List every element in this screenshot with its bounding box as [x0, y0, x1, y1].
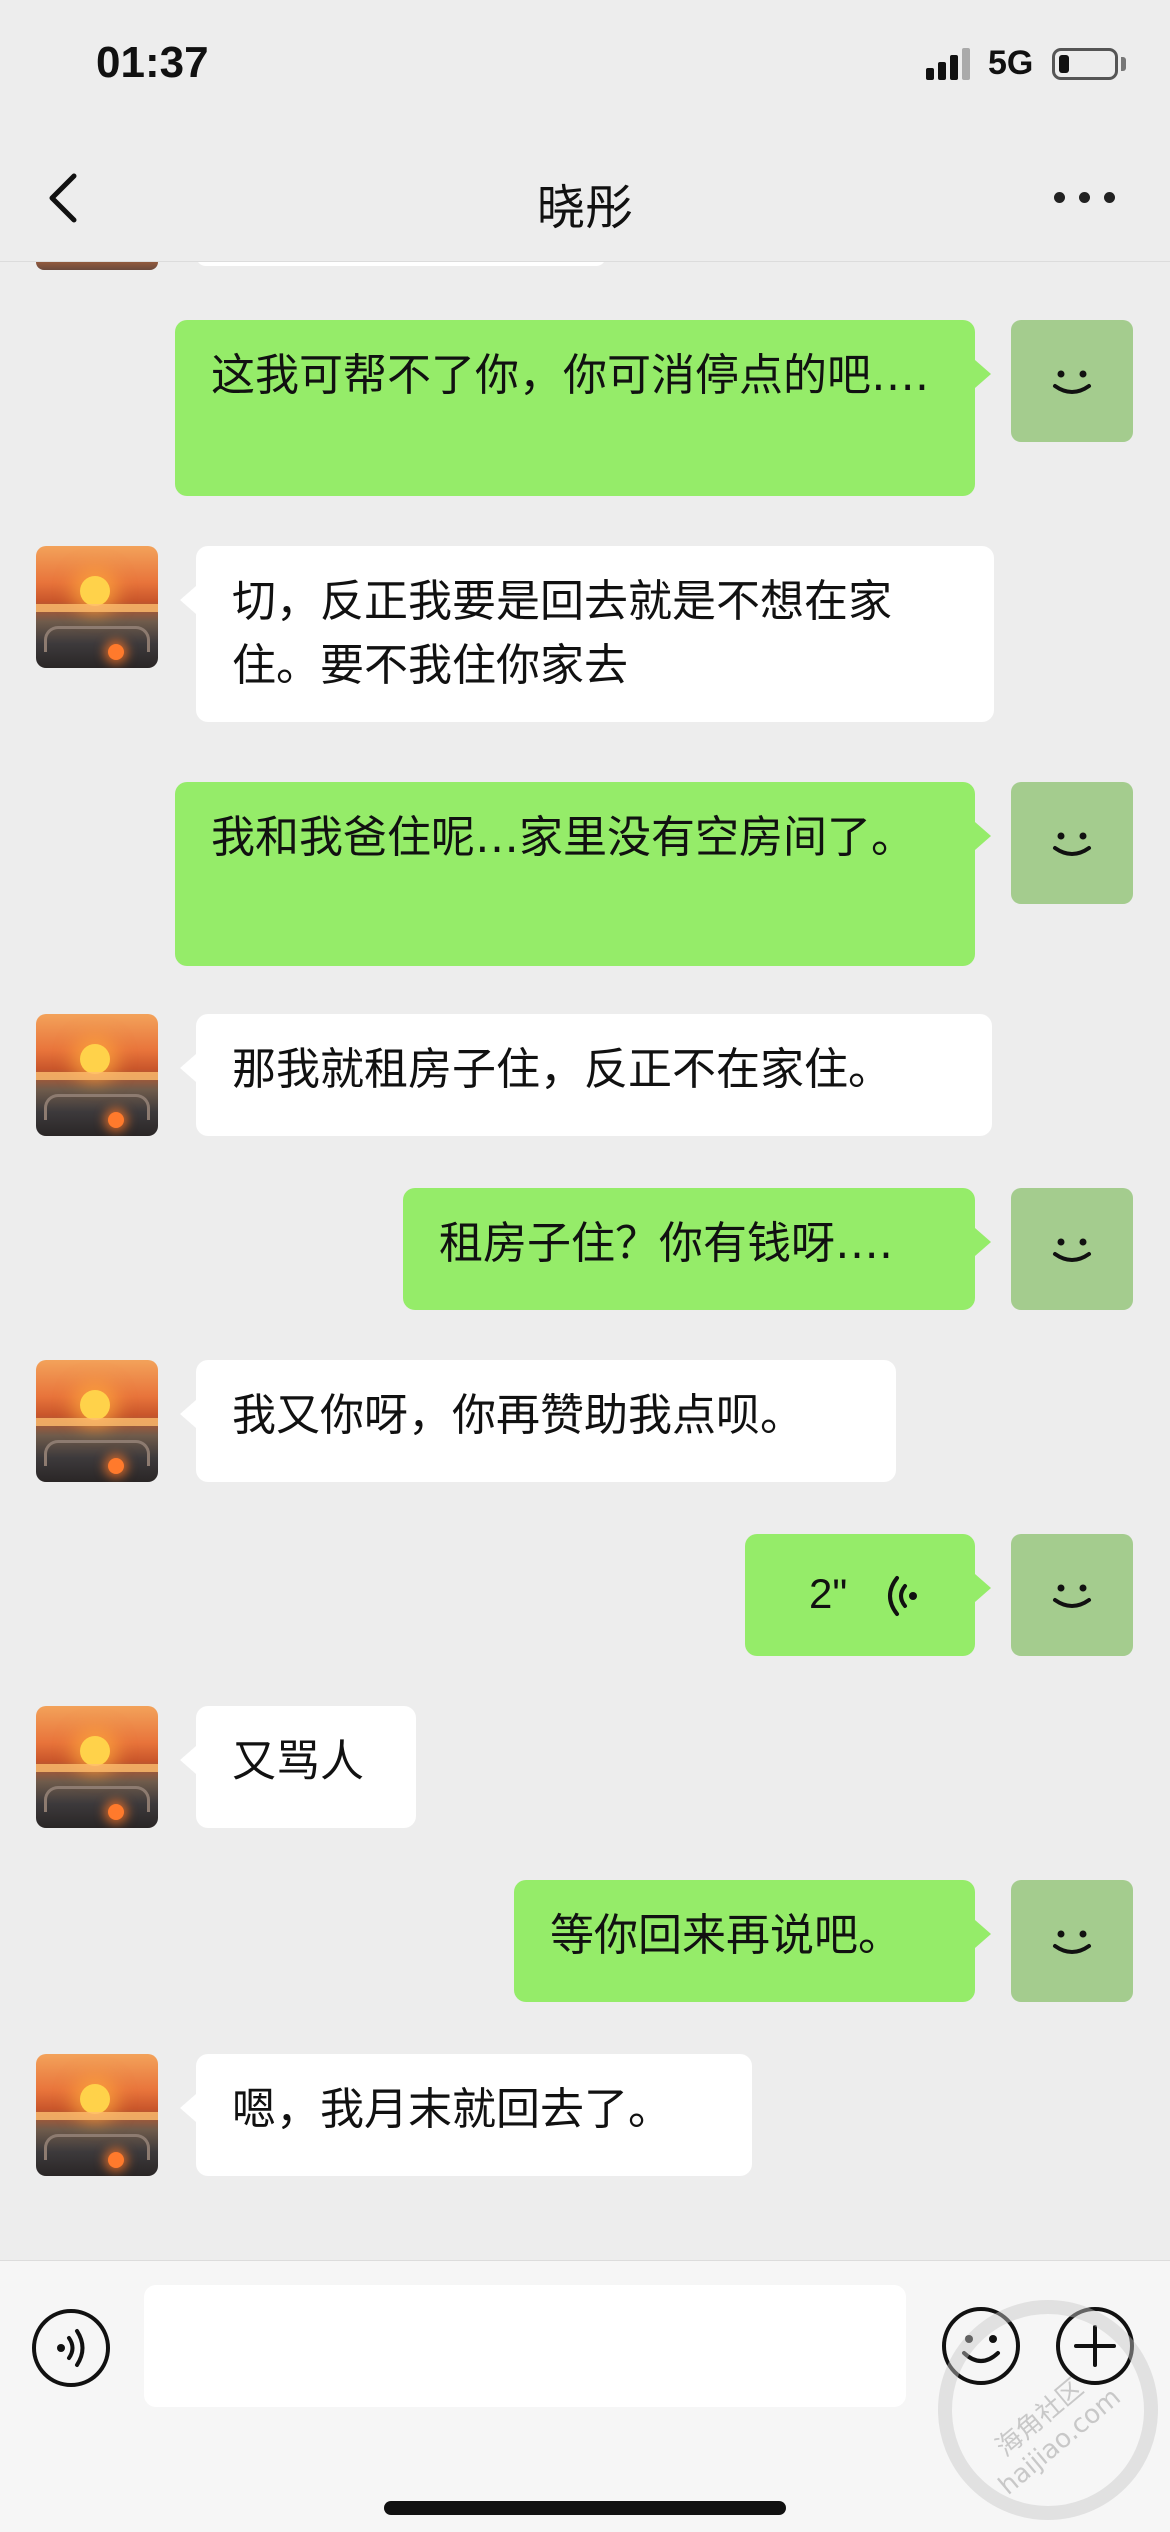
message-text: 租房子住？你有钱呀….	[439, 1218, 893, 1269]
smile-icon	[1053, 1930, 1091, 1954]
nav-bar: 晓彤	[0, 132, 1170, 262]
avatar-partial	[36, 262, 158, 270]
message-bubble-partial	[196, 262, 606, 266]
message-bubble[interactable]: 我又你呀，你再赞助我点呗。	[180, 1360, 896, 1482]
message-text: 这我可帮不了你，你可消停点的吧….	[211, 350, 929, 401]
message-bubble[interactable]: 租房子住？你有钱呀….	[403, 1188, 991, 1310]
network-label: 5G	[988, 44, 1034, 82]
more-button[interactable]	[1050, 182, 1120, 212]
voice-input-icon	[32, 2309, 110, 2387]
my-avatar[interactable]	[1011, 1188, 1133, 1310]
message-text: 切，反正我要是回去就是不想在家住。要不我住你家去	[232, 576, 892, 691]
voice-playback-icon	[888, 1576, 917, 1616]
battery-icon	[1052, 48, 1118, 80]
message-bubble[interactable]: 我和我爸住呢…家里没有空房间了。	[175, 782, 991, 966]
voice-toggle-button[interactable]	[30, 2307, 112, 2393]
status-bar: 01:37 5G	[0, 0, 1170, 132]
contact-avatar[interactable]	[36, 1014, 158, 1136]
message-text: 嗯，我月末就回去了。	[232, 2084, 672, 2135]
message-bubble[interactable]: 嗯，我月末就回去了。	[180, 2054, 752, 2176]
my-avatar[interactable]	[1011, 1534, 1133, 1656]
message-text: 等你回来再说吧。	[550, 1910, 902, 1961]
battery-cap	[1121, 57, 1126, 71]
contact-avatar[interactable]	[36, 1360, 158, 1482]
message-bubble[interactable]: 切，反正我要是回去就是不想在家住。要不我住你家去	[180, 546, 994, 722]
contact-avatar[interactable]	[36, 2054, 158, 2176]
message-text: 我又你呀，你再赞助我点呗。	[232, 1390, 804, 1441]
chat-area[interactable]: 这我可帮不了你，你可消停点的吧…. 切，反正我要是回去就是不想在家住。要不我住你…	[0, 262, 1170, 2260]
message-text: 那我就租房子住，反正不在家住。	[232, 1044, 892, 1095]
watermark-logo: 海角社区 haijiao.com	[938, 2300, 1158, 2520]
home-indicator[interactable]	[384, 2501, 786, 2515]
my-avatar[interactable]	[1011, 320, 1133, 442]
message-text: 又骂人	[232, 1736, 364, 1787]
voice-message-bubble[interactable]: 2"	[745, 1534, 991, 1656]
smile-icon	[1053, 370, 1091, 394]
more-dots-icon	[1054, 192, 1065, 203]
battery-level	[1059, 55, 1069, 73]
my-avatar[interactable]	[1011, 1880, 1133, 2002]
watermark-text: 海角社区 haijiao.com	[990, 2373, 1127, 2502]
message-text: 我和我爸住呢…家里没有空房间了。	[211, 812, 915, 863]
smile-icon	[1053, 1584, 1091, 1608]
chat-title: 晓彤	[536, 180, 633, 236]
voice-duration: 2"	[809, 1570, 848, 1617]
contact-avatar[interactable]	[36, 546, 158, 668]
smile-icon	[1053, 832, 1091, 856]
smile-icon	[1053, 1238, 1091, 1262]
message-bubble[interactable]: 等你回来再说吧。	[514, 1880, 991, 2002]
signal-icon	[926, 48, 970, 80]
my-avatar[interactable]	[1011, 782, 1133, 904]
contact-avatar[interactable]	[36, 1706, 158, 1828]
status-time: 01:37	[96, 38, 209, 87]
message-bubble[interactable]: 那我就租房子住，反正不在家住。	[180, 1014, 992, 1136]
message-input[interactable]	[144, 2285, 906, 2407]
message-bubble[interactable]: 这我可帮不了你，你可消停点的吧….	[175, 320, 991, 496]
message-bubble[interactable]: 又骂人	[180, 1706, 416, 1828]
